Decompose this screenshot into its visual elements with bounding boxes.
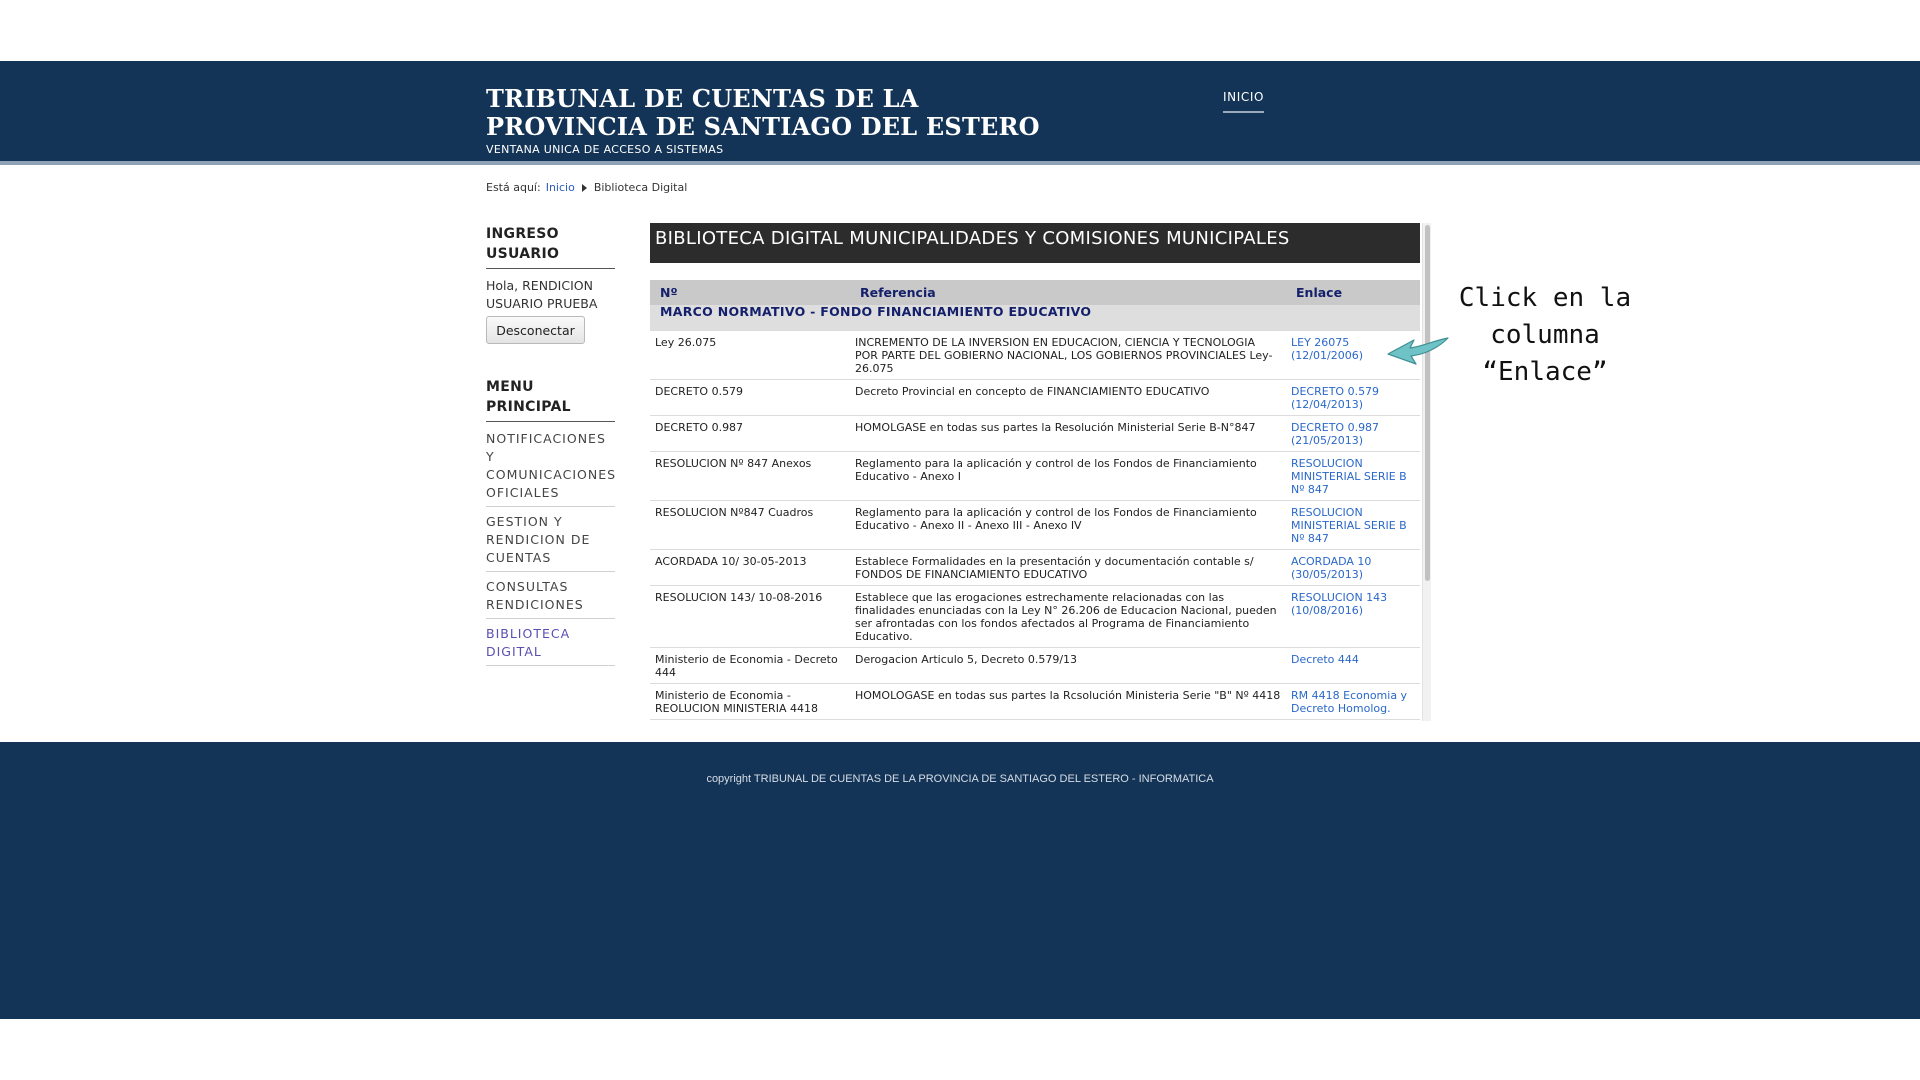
breadcrumb-current: Biblioteca Digital — [593, 181, 688, 194]
cell-no: Ley 26.075 — [650, 330, 850, 380]
section-row: MARCO NORMATIVO - FONDO FINANCIAMIENTO E… — [650, 305, 1420, 331]
column-header-enlace: Enlace — [1286, 280, 1420, 305]
cell-referencia: HOMOLGASE en todas sus partes la Resoluc… — [850, 415, 1286, 452]
library-table: Nº Referencia Enlace MARCO NORMATIVO - F… — [650, 280, 1420, 720]
annotation-line-1: Click en la — [1458, 283, 1632, 313]
table-row: Ley 26.075 INCREMENTO DE LA INVERSION EN… — [650, 330, 1420, 380]
site-title: TRIBUNAL DE CUENTAS DE LA PROVINCIA DE S… — [486, 84, 1040, 141]
main-menu: NOTIFICACIONES Y COMUNICACIONES OFICIALE… — [486, 424, 615, 666]
column-header-no: Nº — [650, 280, 850, 305]
menu-item-biblioteca-digital[interactable]: BIBLIOTECA DIGITAL — [486, 619, 615, 666]
cell-referencia: HOMOLOGASE en todas sus partes la Rcsolu… — [850, 683, 1286, 720]
cell-referencia: Establece que las erogaciones estrechame… — [850, 585, 1286, 648]
scrollbar-thumb[interactable] — [1425, 225, 1430, 581]
main-content[interactable]: BIBLIOTECA DIGITAL MUNICIPALIDADES Y COM… — [650, 223, 1420, 721]
cell-no: ACORDADA 10/ 30-05-2013 — [650, 549, 850, 586]
table-header-row: Nº Referencia Enlace — [650, 280, 1420, 305]
cell-referencia: Derogacion Articulo 5, Decreto 0.579/13 — [850, 647, 1286, 684]
cell-no: RESOLUCION Nº847 Cuadros — [650, 500, 850, 550]
breadcrumb-home-link[interactable]: Inicio — [546, 181, 575, 194]
cell-referencia: Reglamento para la aplicación y control … — [850, 500, 1286, 550]
cell-no: RESOLUCION 143/ 10-08-2016 — [650, 585, 850, 648]
table-row: RESOLUCION Nº847 Cuadros Reglamento para… — [650, 500, 1420, 550]
breadcrumb: Está aquí: Inicio Biblioteca Digital — [486, 181, 687, 194]
cell-no: Ministerio de Economia - REOLUCION MINIS… — [650, 683, 850, 720]
page: TRIBUNAL DE CUENTAS DE LA PROVINCIA DE S… — [0, 0, 1920, 1080]
logout-button[interactable]: Desconectar — [486, 316, 585, 344]
cell-enlace-link[interactable]: RM 4418 Economia y Decreto Homolog. — [1286, 683, 1420, 720]
site-footer: copyright TRIBUNAL DE CUENTAS DE LA PROV… — [0, 742, 1920, 1019]
login-heading: INGRESO USUARIO — [486, 224, 615, 269]
annotation-line-2: columna — [1490, 320, 1600, 350]
menu-heading: MENU PRINCIPAL — [486, 377, 615, 422]
cell-enlace-link[interactable]: Decreto 444 — [1286, 647, 1420, 684]
cell-referencia: Establece Formalidades en la presentació… — [850, 549, 1286, 586]
site-subtitle: VENTANA UNICA DE ACCESO A SISTEMAS — [486, 143, 724, 156]
sidebar: INGRESO USUARIO Hola, RENDICION USUARIO … — [486, 224, 615, 666]
cell-no: RESOLUCION Nº 847 Anexos — [650, 451, 850, 501]
cell-referencia: INCREMENTO DE LA INVERSION EN EDUCACION,… — [850, 330, 1286, 380]
cell-enlace-link[interactable]: RESOLUCION MINISTERIAL SERIE B Nº 847 — [1286, 451, 1420, 501]
table-row: RESOLUCION 143/ 10-08-2016 Establece que… — [650, 585, 1420, 648]
menu-item-notificaciones[interactable]: NOTIFICACIONES Y COMUNICACIONES OFICIALE… — [486, 424, 615, 507]
menu-item-consultas-rendiciones[interactable]: CONSULTAS RENDICIONES — [486, 572, 615, 619]
page-title: BIBLIOTECA DIGITAL MUNICIPALIDADES Y COM… — [650, 223, 1420, 263]
pointer-arrow-icon — [1387, 337, 1449, 365]
annotation-line-3: “Enlace” — [1482, 357, 1608, 387]
cell-referencia: Decreto Provincial en concepto de FINANC… — [850, 379, 1286, 416]
column-header-referencia: Referencia — [850, 280, 1286, 305]
section-title: MARCO NORMATIVO - FONDO FINANCIAMIENTO E… — [650, 305, 1420, 331]
cell-no: DECRETO 0.579 — [650, 379, 850, 416]
cell-enlace-link[interactable]: ACORDADA 10 (30/05/2013) — [1286, 549, 1420, 586]
instruction-annotation: Click en la columna “Enlace” — [1440, 280, 1650, 391]
content-scrollbar[interactable] — [1422, 223, 1431, 721]
copyright-text: copyright TRIBUNAL DE CUENTAS DE LA PROV… — [706, 773, 1214, 785]
menu-item-gestion-rendicion[interactable]: GESTION Y RENDICION DE CUENTAS — [486, 507, 615, 572]
cell-referencia: Reglamento para la aplicación y control … — [850, 451, 1286, 501]
table-row: DECRETO 0.987 HOMOLGASE en todas sus par… — [650, 415, 1420, 452]
table-row: Ministerio de Economia - Decreto 444 Der… — [650, 647, 1420, 684]
table-row: DECRETO 0.579 Decreto Provincial en conc… — [650, 379, 1420, 416]
cell-enlace-link[interactable]: RESOLUCION MINISTERIAL SERIE B Nº 847 — [1286, 500, 1420, 550]
cell-enlace-link[interactable]: DECRETO 0.987 (21/05/2013) — [1286, 415, 1420, 452]
user-greeting: Hola, RENDICION USUARIO PRUEBA — [486, 278, 598, 311]
table-row: ACORDADA 10/ 30-05-2013 Establece Formal… — [650, 549, 1420, 586]
table-row: RESOLUCION Nº 847 Anexos Reglamento para… — [650, 451, 1420, 501]
cell-enlace-link[interactable]: RESOLUCION 143 (10/08/2016) — [1286, 585, 1420, 648]
nav-inicio-link[interactable]: INICIO — [1223, 90, 1265, 113]
cell-enlace-link[interactable]: DECRETO 0.579 (12/04/2013) — [1286, 379, 1420, 416]
breadcrumb-prefix: Está aquí: — [486, 181, 541, 194]
cell-no: DECRETO 0.987 — [650, 415, 850, 452]
cell-no: Ministerio de Economia - Decreto 444 — [650, 647, 850, 684]
table-row: Ministerio de Economia - REOLUCION MINIS… — [650, 683, 1420, 720]
breadcrumb-separator-icon — [581, 183, 587, 192]
site-header: TRIBUNAL DE CUENTAS DE LA PROVINCIA DE S… — [0, 61, 1920, 165]
